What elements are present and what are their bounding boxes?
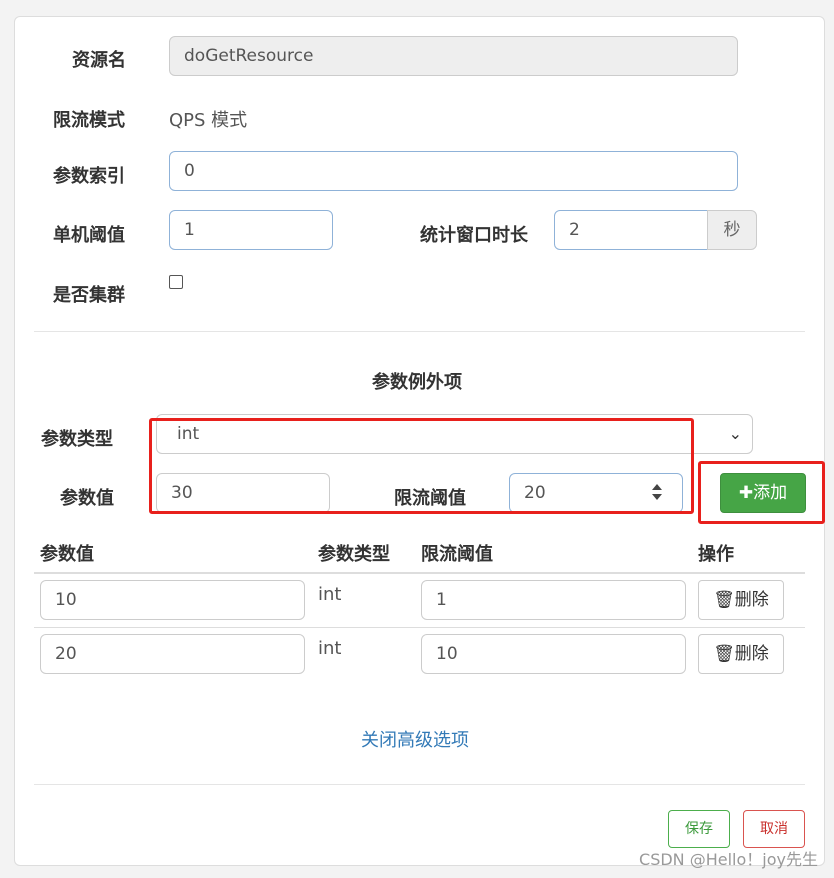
highlight-box [149, 418, 694, 514]
window-label: 统计窗口时长 [420, 225, 528, 246]
chevron-down-icon: ⌄ [728, 424, 742, 443]
close-advanced-link[interactable]: 关闭高级选项 [361, 726, 469, 752]
watermark: CSDN @Hello！joy先生 [639, 850, 818, 869]
table-header-line [34, 572, 805, 574]
window-unit: 秒 [707, 210, 757, 250]
row2-limit-input[interactable]: 10 [421, 634, 686, 674]
cluster-checkbox[interactable] [169, 275, 183, 289]
threshold-label: 单机阈值 [53, 225, 125, 246]
footer-divider [34, 784, 805, 785]
cancel-button[interactable]: 取消 [743, 810, 805, 848]
param-value-label: 参数值 [60, 488, 114, 509]
mode-label: 限流模式 [53, 110, 125, 131]
param-index-label: 参数索引 [53, 166, 125, 187]
col-header-value: 参数值 [40, 544, 94, 565]
trash-icon: 🗑 [713, 590, 735, 610]
divider [34, 331, 805, 332]
param-type-label: 参数类型 [41, 429, 113, 450]
table-row-line [34, 627, 805, 628]
row1-limit-input[interactable]: 1 [421, 580, 686, 620]
resource-input: doGetResource [169, 36, 738, 76]
threshold-input[interactable]: 1 [169, 210, 333, 250]
row2-value-input[interactable]: 20 [40, 634, 305, 674]
mode-value: QPS 模式 [169, 110, 248, 131]
row1-delete-button[interactable]: 🗑删除 [698, 580, 784, 620]
highlight-box-add [698, 461, 825, 524]
row1-type: int [318, 584, 342, 605]
row1-value-input[interactable]: 10 [40, 580, 305, 620]
cluster-label: 是否集群 [53, 285, 125, 306]
save-button[interactable]: 保存 [668, 810, 730, 848]
trash-icon: 🗑 [713, 644, 735, 664]
row2-delete-button[interactable]: 🗑删除 [698, 634, 784, 674]
row2-type: int [318, 638, 342, 659]
col-header-limit: 限流阈值 [421, 544, 493, 565]
row1-delete-label: 删除 [734, 590, 769, 610]
window-input[interactable]: 2 [554, 210, 708, 250]
row2-delete-label: 删除 [734, 644, 769, 664]
param-index-input[interactable]: 0 [169, 151, 738, 191]
col-header-type: 参数类型 [318, 544, 390, 565]
exceptions-title: 参数例外项 [372, 372, 462, 393]
col-header-action: 操作 [698, 544, 734, 565]
resource-label: 资源名 [72, 50, 126, 71]
